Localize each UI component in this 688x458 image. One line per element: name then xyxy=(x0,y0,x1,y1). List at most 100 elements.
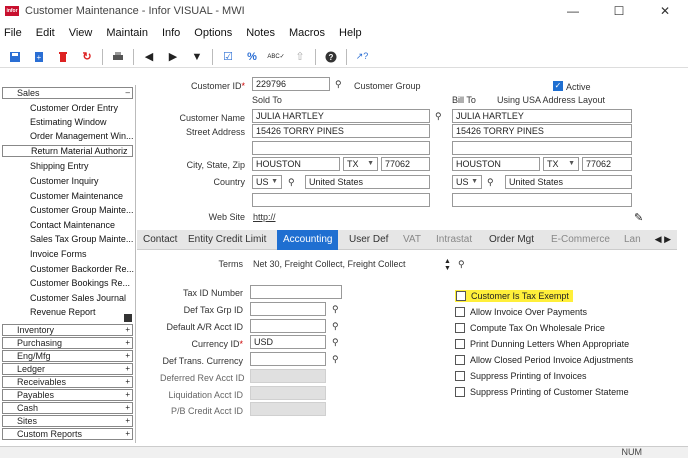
check-icon[interactable]: ☑ xyxy=(219,48,237,66)
lookup-icon[interactable]: ⚲ xyxy=(487,177,497,187)
minimize-button[interactable]: — xyxy=(550,0,596,22)
menu-edit[interactable]: Edit xyxy=(36,27,55,39)
bill-to-street2-field[interactable] xyxy=(452,141,632,155)
whats-this-icon[interactable]: ↗? xyxy=(353,48,371,66)
default-ar-field[interactable] xyxy=(250,319,326,333)
nav-item-customer-order-entry[interactable]: Customer Order Entry xyxy=(30,103,118,113)
tab-e-commerce[interactable]: E-Commerce xyxy=(545,230,616,250)
nav-item-revenue-report[interactable]: Revenue Report xyxy=(30,307,96,317)
menu-view[interactable]: View xyxy=(69,27,93,39)
def-tax-grp-field[interactable] xyxy=(250,302,326,316)
closed-period-checkbox[interactable] xyxy=(455,355,465,365)
menu-help[interactable]: Help xyxy=(339,27,362,39)
menu-notes[interactable]: Notes xyxy=(246,27,275,39)
active-checkbox[interactable]: ✓ xyxy=(553,81,563,91)
bill-to-state-select[interactable]: TX ▼ xyxy=(543,157,579,171)
menu-maintain[interactable]: Maintain xyxy=(106,27,148,39)
nav-item-shipping-entry[interactable]: Shipping Entry xyxy=(30,161,89,171)
nav-item-order-management[interactable]: Order Management Win... xyxy=(30,131,134,141)
nav-item-return-material[interactable]: Return Material Authoriz xyxy=(2,145,133,157)
dunning-checkbox[interactable] xyxy=(455,339,465,349)
sold-to-street-field[interactable]: 15426 TORRY PINES xyxy=(252,124,430,138)
nav-item-customer-maintenance[interactable]: Customer Maintenance xyxy=(30,191,123,201)
suppress-invoices-checkbox[interactable] xyxy=(455,371,465,381)
print-icon[interactable] xyxy=(109,48,127,66)
nav-item-customer-bookings[interactable]: Customer Bookings Re... xyxy=(30,278,130,288)
nav-group-receivables[interactable]: Receivables + xyxy=(2,376,133,388)
tax-exempt-row[interactable]: Customer Is Tax Exempt xyxy=(455,290,573,302)
suppress-statement-checkbox[interactable] xyxy=(455,387,465,397)
bill-to-street-field[interactable]: 15426 TORRY PINES xyxy=(452,124,632,138)
sold-to-name-field[interactable]: JULIA HARTLEY xyxy=(252,109,430,123)
suppress-invoices-row[interactable]: Suppress Printing of Invoices xyxy=(455,371,587,381)
prev-icon[interactable]: ◀ xyxy=(140,48,158,66)
maximize-button[interactable]: ☐ xyxy=(596,0,642,22)
allow-overpay-row[interactable]: Allow Invoice Over Payments xyxy=(455,307,587,317)
bill-to-extra-field[interactable] xyxy=(452,193,632,207)
percent-icon[interactable]: % xyxy=(243,48,261,66)
tab-user-def[interactable]: User Def xyxy=(343,230,394,250)
sold-to-zip-field[interactable]: 77062 xyxy=(381,157,430,171)
upload-icon[interactable]: ⇧ xyxy=(291,48,309,66)
nav-group-sales[interactable]: Sales – xyxy=(2,87,133,99)
dunning-row[interactable]: Print Dunning Letters When Appropriate xyxy=(455,339,629,349)
help-icon[interactable]: ? xyxy=(322,48,340,66)
tab-order-mgt[interactable]: Order Mgt xyxy=(483,230,540,250)
next-icon[interactable]: ▶ xyxy=(164,48,182,66)
tab-language[interactable]: Lan xyxy=(618,230,647,250)
nav-group-purchasing[interactable]: Purchasing + xyxy=(2,337,133,349)
tab-scroll-arrows-icon[interactable]: ◀ ▶ xyxy=(655,234,671,245)
compute-tax-row[interactable]: Compute Tax On Wholesale Price xyxy=(455,323,605,333)
nav-item-customer-backorder[interactable]: Customer Backorder Re... xyxy=(30,264,134,274)
website-link[interactable]: http:// xyxy=(253,212,276,222)
menu-options[interactable]: Options xyxy=(194,27,232,39)
close-button[interactable]: ✕ xyxy=(642,0,688,22)
closed-period-row[interactable]: Allow Closed Period Invoice Adjustments xyxy=(455,355,633,365)
lookup-icon[interactable]: ⚲ xyxy=(332,304,342,314)
nav-group-cash[interactable]: Cash + xyxy=(2,402,133,414)
customer-id-field[interactable]: 229796 xyxy=(252,77,330,91)
nav-group-sites[interactable]: Sites + xyxy=(2,415,133,427)
sold-to-country-field[interactable]: United States xyxy=(305,175,430,189)
nav-item-invoice-forms[interactable]: Invoice Forms xyxy=(30,249,87,259)
bill-to-zip-field[interactable]: 77062 xyxy=(582,157,632,171)
lookup-icon[interactable]: ⚲ xyxy=(332,337,342,347)
bill-to-country-field[interactable]: United States xyxy=(505,175,632,189)
suppress-statement-row[interactable]: Suppress Printing of Customer Stateme xyxy=(455,387,629,397)
menu-file[interactable]: File xyxy=(4,27,22,39)
lookup-icon[interactable]: ⚲ xyxy=(458,259,468,269)
delete-icon[interactable] xyxy=(54,48,72,66)
nav-item-sales-tax-group[interactable]: Sales Tax Group Mainte... xyxy=(30,234,133,244)
lookup-icon[interactable]: ⚲ xyxy=(332,354,342,364)
spellcheck-icon[interactable]: ABC✓ xyxy=(267,48,285,66)
tax-id-field[interactable] xyxy=(250,285,342,299)
sold-to-extra-field[interactable] xyxy=(252,193,430,207)
bill-to-city-field[interactable]: HOUSTON xyxy=(452,157,540,171)
lookup-icon[interactable]: ⚲ xyxy=(435,111,445,121)
nav-item-customer-group[interactable]: Customer Group Mainte... xyxy=(30,205,134,215)
nav-group-payables[interactable]: Payables + xyxy=(2,389,133,401)
def-trans-currency-field[interactable] xyxy=(250,352,326,366)
tab-entity-credit-limit[interactable]: Entity Credit Limit xyxy=(182,230,272,250)
add-icon[interactable]: + xyxy=(30,48,48,66)
sold-to-street2-field[interactable] xyxy=(252,141,430,155)
bill-to-country-select[interactable]: US ▼ xyxy=(452,175,482,189)
nav-group-inventory[interactable]: Inventory + xyxy=(2,324,133,336)
tab-contact[interactable]: Contact xyxy=(137,230,183,250)
lookup-icon[interactable]: ⚲ xyxy=(335,79,345,89)
tab-vat[interactable]: VAT xyxy=(397,230,427,250)
menu-macros[interactable]: Macros xyxy=(289,27,325,39)
sold-to-city-field[interactable]: HOUSTON xyxy=(252,157,340,171)
refresh-icon[interactable]: ↻ xyxy=(78,48,96,66)
terms-spin-icon[interactable]: ▲ ▼ xyxy=(444,258,451,272)
tab-intrastat[interactable]: Intrastat xyxy=(430,230,478,250)
sold-to-state-select[interactable]: TX ▼ xyxy=(343,157,378,171)
scroll-down-icon[interactable] xyxy=(124,314,132,322)
menu-info[interactable]: Info xyxy=(162,27,180,39)
nav-group-custom-reports[interactable]: Custom Reports + xyxy=(2,428,133,440)
nav-item-estimating-window[interactable]: Estimating Window xyxy=(30,117,107,127)
sold-to-country-select[interactable]: US ▼ xyxy=(252,175,282,189)
tab-accounting[interactable]: Accounting xyxy=(277,230,339,250)
bill-to-name-field[interactable]: JULIA HARTLEY xyxy=(452,109,632,123)
lookup-icon[interactable]: ⚲ xyxy=(288,177,298,187)
